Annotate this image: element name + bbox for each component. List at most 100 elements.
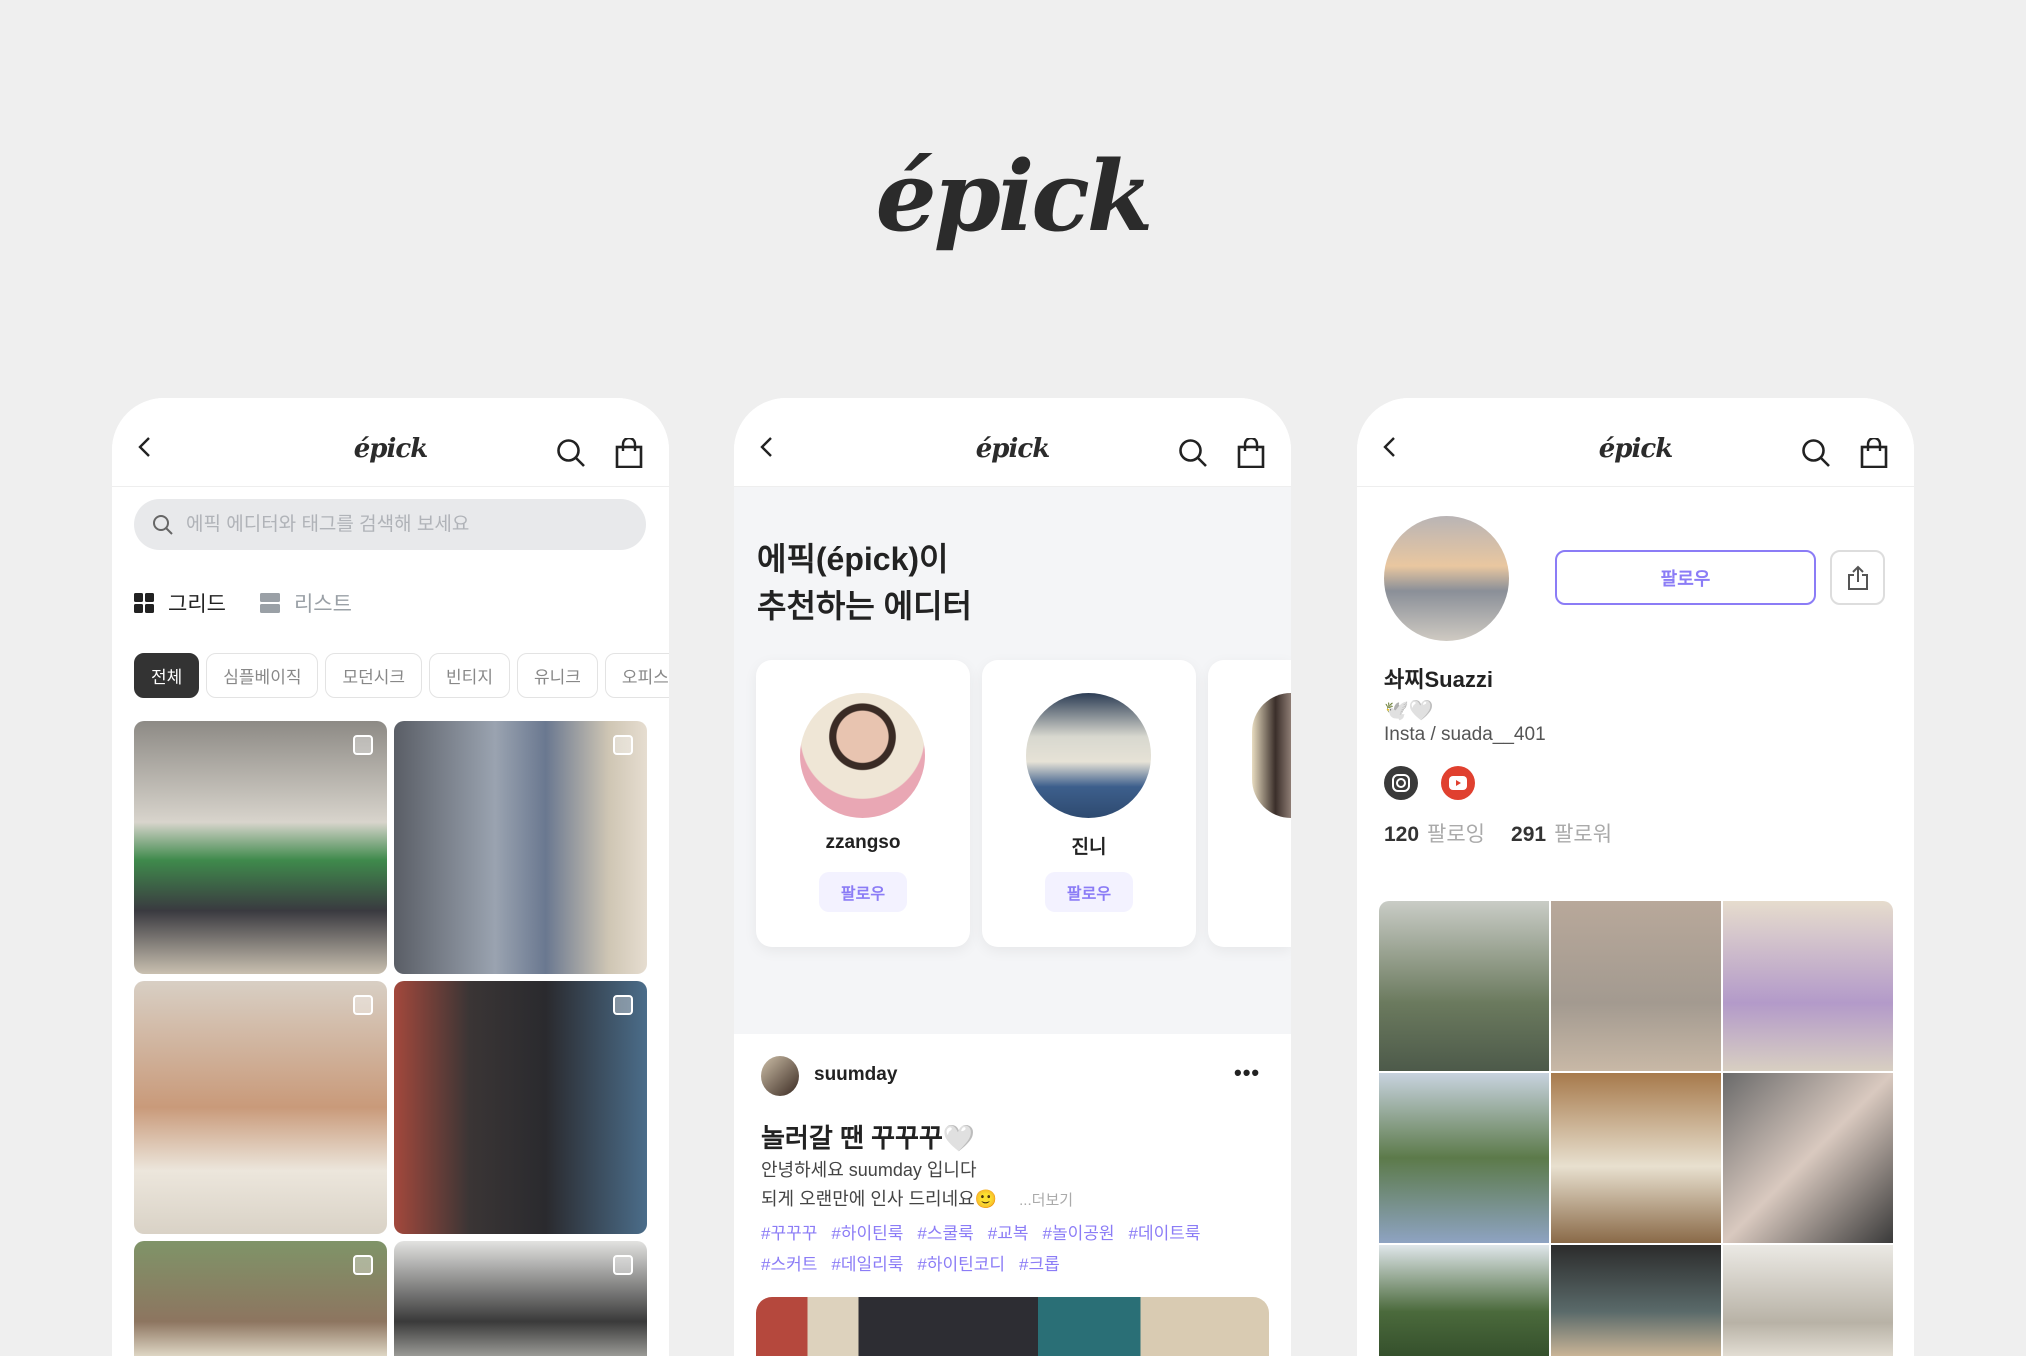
- tag[interactable]: #꾸꾸꾸: [761, 1224, 817, 1243]
- following-label: 팔로잉: [1427, 823, 1486, 846]
- app-header: épick: [734, 398, 1291, 487]
- post-tags: #꾸꾸꾸 #하이틴룩 #스쿨룩 #교복 #놀이공원 #데이트룩 #스커트 #데일리룩 #하이틴코…: [761, 1218, 1231, 1280]
- more-options-icon[interactable]: •••: [1234, 1060, 1260, 1086]
- multi-photo-icon: [353, 1255, 373, 1275]
- tag[interactable]: #스쿨룩: [917, 1224, 973, 1243]
- chip-simple-basic[interactable]: 심플베이직: [206, 653, 319, 698]
- photo-tile[interactable]: [134, 1241, 387, 1356]
- style-filter-chips: 전체 심플베이직 모던시크 빈티지 유니크 오피스: [134, 653, 669, 698]
- tag[interactable]: #스커트: [761, 1255, 817, 1274]
- editor-card[interactable]: 진니 팔로우: [982, 660, 1196, 947]
- photo-tile[interactable]: [394, 981, 647, 1234]
- app-header: épick: [112, 398, 669, 487]
- search-icon[interactable]: [1178, 438, 1208, 468]
- photo-tile[interactable]: [134, 721, 387, 974]
- search-input[interactable]: [186, 513, 586, 536]
- post-line: 되게 오랜만에 인사 드리네요🙂: [761, 1189, 998, 1209]
- editor-name: zzangso: [825, 832, 901, 853]
- search-icon: [153, 514, 173, 535]
- following-count: 120: [1384, 823, 1420, 846]
- tag[interactable]: #데이트룩: [1129, 1224, 1201, 1243]
- editor-card[interactable]: zzangso 팔로우: [756, 660, 970, 947]
- profile-screen: épick 팔로우 솨찌Suazzi 🕊️🤍 Insta / suada__40…: [1357, 398, 1914, 1356]
- search-icon[interactable]: [556, 438, 586, 468]
- read-more-link[interactable]: ...더보기: [1019, 1192, 1073, 1209]
- photo-tile[interactable]: [1379, 1245, 1549, 1356]
- post-image[interactable]: [756, 1297, 1269, 1356]
- chip-vintage[interactable]: 빈티지: [429, 653, 510, 698]
- photo-grid: [134, 721, 647, 1356]
- multi-photo-icon: [613, 995, 633, 1015]
- chip-modern-chic[interactable]: 모던시크: [325, 653, 423, 698]
- photo-tile[interactable]: [1723, 1073, 1893, 1243]
- follow-button[interactable]: 팔로우: [1045, 872, 1133, 912]
- editor-card[interactable]: [1208, 660, 1291, 947]
- photo-tile[interactable]: [1551, 901, 1721, 1071]
- section-title: 에픽(épick)이 추천하는 에디터: [757, 536, 972, 630]
- follow-button[interactable]: 팔로우: [819, 872, 907, 912]
- list-view-label: 리스트: [293, 593, 352, 616]
- photo-tile[interactable]: [1723, 901, 1893, 1071]
- post-author-avatar[interactable]: [761, 1056, 799, 1096]
- multi-photo-icon: [353, 995, 373, 1015]
- chip-all[interactable]: 전체: [134, 653, 200, 698]
- instagram-icon[interactable]: [1384, 766, 1418, 800]
- title-line-2: 추천하는 에디터: [757, 588, 972, 624]
- following-stat[interactable]: 120 팔로잉: [1384, 818, 1485, 848]
- post-line: 안녕하세요 suumday 입니다: [761, 1160, 977, 1180]
- photo-tile[interactable]: [394, 1241, 647, 1356]
- post-author-name[interactable]: suumday: [814, 1064, 897, 1086]
- multi-photo-icon: [613, 735, 633, 755]
- editor-avatar: [1026, 693, 1151, 818]
- share-icon: [1847, 565, 1868, 590]
- grid-view-label: 그리드: [168, 593, 226, 616]
- follow-stats: 120 팔로잉 291 팔로워: [1384, 818, 1612, 848]
- recommend-screen: épick 에픽(épick)이 추천하는 에디터 zzangso 팔로우 진니…: [734, 398, 1291, 1356]
- youtube-icon[interactable]: [1441, 766, 1475, 800]
- editor-avatar: [1252, 693, 1291, 818]
- photo-tile[interactable]: [134, 981, 387, 1234]
- follow-button[interactable]: 팔로우: [1555, 550, 1816, 605]
- shopping-bag-icon[interactable]: [615, 438, 643, 468]
- photo-tile[interactable]: [394, 721, 647, 974]
- photo-tile[interactable]: [1379, 901, 1549, 1071]
- multi-photo-icon: [613, 1255, 633, 1275]
- profile-photo-grid: [1379, 901, 1893, 1356]
- tag[interactable]: #놀이공원: [1043, 1224, 1115, 1243]
- profile-bio: Insta / suada__401: [1384, 724, 1546, 745]
- photo-tile[interactable]: [1551, 1245, 1721, 1356]
- list-view-toggle[interactable]: 리스트: [259, 588, 352, 618]
- follower-stat[interactable]: 291 팔로워: [1511, 818, 1612, 848]
- tag[interactable]: #교복: [988, 1224, 1029, 1243]
- tag[interactable]: #데일리룩: [831, 1255, 903, 1274]
- list-icon: [259, 593, 280, 613]
- tag[interactable]: #크롭: [1019, 1255, 1060, 1274]
- follower-count: 291: [1511, 823, 1547, 846]
- title-line-1: 에픽(épick)이: [757, 541, 949, 577]
- shopping-bag-icon[interactable]: [1860, 438, 1888, 468]
- editor-avatar: [800, 693, 925, 818]
- brand-logo: épick: [875, 140, 1154, 253]
- grid-view-toggle[interactable]: 그리드: [134, 588, 226, 618]
- editor-name: 진니: [1071, 837, 1107, 858]
- multi-photo-icon: [353, 735, 373, 755]
- shopping-bag-icon[interactable]: [1237, 438, 1265, 468]
- profile-name: 솨찌Suazzi: [1384, 667, 1493, 692]
- post-title: 놀러갈 땐 꾸꾸꾸🤍: [761, 1123, 976, 1153]
- tag[interactable]: #하이틴룩: [831, 1224, 903, 1243]
- follower-label: 팔로워: [1554, 823, 1613, 846]
- grid-icon: [134, 593, 154, 613]
- chip-office[interactable]: 오피스: [604, 653, 669, 698]
- photo-tile[interactable]: [1723, 1245, 1893, 1356]
- share-button[interactable]: [1830, 550, 1885, 605]
- tag[interactable]: #하이틴코디: [917, 1255, 1005, 1274]
- grid-screen: épick 그리드 리스트 전체 심플베이직 모던시크 빈티지 유니크 오피스: [112, 398, 669, 1356]
- search-icon[interactable]: [1801, 438, 1831, 468]
- app-header: épick: [1357, 398, 1914, 487]
- chip-unique[interactable]: 유니크: [516, 653, 598, 698]
- profile-avatar: [1384, 516, 1509, 641]
- photo-tile[interactable]: [1551, 1073, 1721, 1243]
- search-bar[interactable]: [134, 499, 646, 550]
- photo-tile[interactable]: [1379, 1073, 1549, 1243]
- profile-bio-emoji: 🕊️🤍: [1384, 700, 1434, 722]
